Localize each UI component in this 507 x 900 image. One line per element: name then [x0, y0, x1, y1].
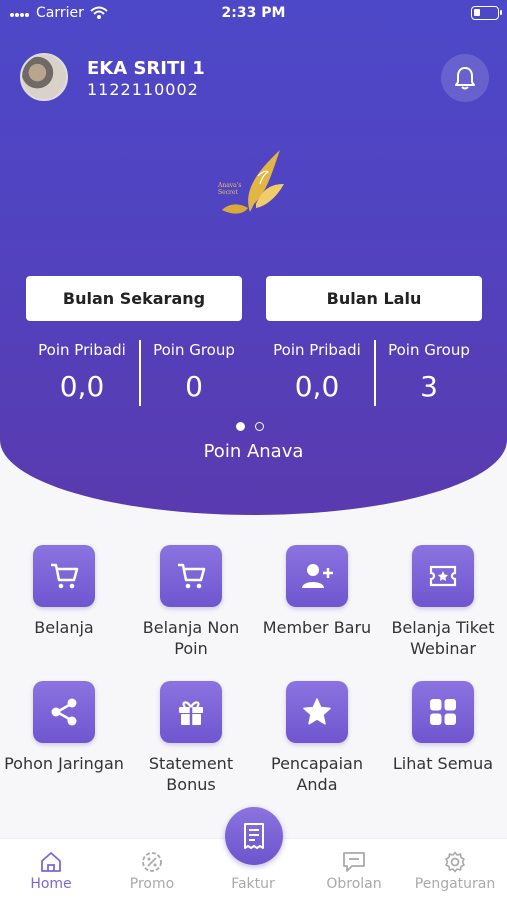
- status-time: 2:33 PM: [221, 5, 286, 21]
- tab-label: Home: [30, 876, 72, 892]
- section-title: Poin Anava: [203, 441, 304, 462]
- ticket-icon: [429, 565, 457, 587]
- logo-text-line2: Secret: [218, 189, 238, 196]
- poin-pribadi-value: 0,0: [294, 370, 340, 403]
- carousel-dot[interactable]: [236, 422, 245, 431]
- poin-group-label: Poin Group: [153, 341, 235, 359]
- star-icon: [303, 698, 331, 725]
- grid-icon: [430, 699, 456, 725]
- promo-icon: [142, 852, 162, 872]
- menu-belanja[interactable]: Belanja: [1, 545, 127, 638]
- menu-lihat-semua[interactable]: Lihat Semua: [380, 681, 506, 774]
- poin-pribadi-label: Poin Pribadi: [38, 341, 126, 359]
- header-panel: Carrier 2:33 PM EKA SRITI 1 1122110002 A…: [0, 0, 507, 515]
- carousel-dot[interactable]: [255, 422, 264, 431]
- logo-text-line1: Anava's: [218, 182, 242, 189]
- poin-group-label: Poin Group: [388, 341, 470, 359]
- current-month-button[interactable]: Bulan Sekarang: [26, 276, 242, 321]
- menu-belanja-non-poin[interactable]: Belanja Non Poin: [128, 545, 254, 659]
- gear-icon: [445, 851, 465, 873]
- bell-icon: [455, 67, 475, 90]
- status-bar: Carrier 2:33 PM: [0, 0, 507, 28]
- tab-label: Pengaturan: [414, 876, 496, 892]
- tab-obrolan[interactable]: Obrolan: [304, 851, 404, 892]
- share-icon: [51, 698, 77, 726]
- avatar[interactable]: [20, 53, 68, 101]
- tab-label: Promo: [129, 876, 175, 892]
- menu-label: Belanja Non Poin: [142, 618, 240, 658]
- poin-group-value: 3: [420, 370, 438, 403]
- brand-logo: Anava's Secret: [214, 146, 286, 218]
- menu-belanja-tiket-webinar[interactable]: Belanja Tiket Webinar: [380, 545, 506, 659]
- menu-label: Pencapaian Anda: [270, 754, 363, 794]
- user-name: EKA SRITI 1: [87, 58, 205, 79]
- chat-icon: [343, 852, 365, 872]
- menu-statement-bonus[interactable]: Statement Bonus: [128, 681, 254, 795]
- poin-pribadi-label: Poin Pribadi: [273, 341, 361, 359]
- poin-pribadi-value: 0,0: [59, 370, 105, 403]
- tab-home[interactable]: Home: [1, 851, 101, 892]
- tab-label: Obrolan: [326, 876, 382, 892]
- menu-label: Belanja: [34, 618, 94, 637]
- tab-promo[interactable]: Promo: [102, 851, 202, 892]
- menu-member-baru[interactable]: Member Baru: [254, 545, 380, 638]
- menu-pohon-jaringan[interactable]: Pohon Jaringan: [1, 681, 127, 774]
- gift-icon: [179, 701, 203, 725]
- menu-label: Statement Bonus: [148, 754, 234, 794]
- last-month-button[interactable]: Bulan Lalu: [266, 276, 482, 321]
- cart-icon: [51, 563, 79, 589]
- receipt-icon: [244, 823, 264, 849]
- poin-group-value: 0: [185, 370, 203, 403]
- menu-label: Belanja Tiket Webinar: [391, 618, 495, 658]
- menu-label: Member Baru: [262, 618, 372, 637]
- battery-icon: [471, 6, 502, 20]
- tab-label: Faktur: [231, 876, 275, 892]
- menu-label: Pohon Jaringan: [4, 754, 124, 773]
- home-icon: [41, 852, 61, 872]
- menu-label: Lihat Semua: [392, 754, 494, 773]
- notification-button[interactable]: [441, 54, 489, 102]
- add-user-icon: [302, 564, 333, 588]
- menu-pencapaian-anda[interactable]: Pencapaian Anda: [254, 681, 380, 795]
- user-id: 1122110002: [87, 80, 199, 99]
- cart-icon: [178, 563, 206, 589]
- faktur-fab-button[interactable]: [225, 807, 283, 865]
- tab-pengaturan[interactable]: Pengaturan: [405, 851, 505, 892]
- carousel-indicator[interactable]: [236, 422, 264, 431]
